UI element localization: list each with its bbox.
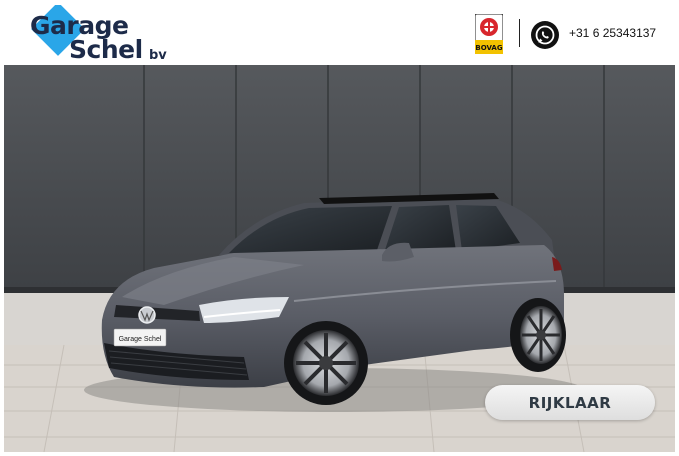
rear-wheel	[510, 298, 566, 372]
listing-card: Garage Schel bv BOVAG +31 6 25343137 Gar…	[4, 5, 675, 452]
header-bar: Garage Schel bv BOVAG +31 6 25343137	[4, 5, 675, 65]
header-divider	[519, 19, 520, 47]
phone-number[interactable]: +31 6 25343137	[569, 26, 656, 40]
whatsapp-icon[interactable]	[531, 21, 559, 49]
logo-suffix: bv	[149, 48, 167, 63]
bovag-label: BOVAG	[475, 44, 502, 52]
logo-text-line2: Schel	[69, 35, 143, 64]
bovag-logo-icon: BOVAG	[475, 14, 503, 54]
rijklaar-badge[interactable]: RIJKLAAR	[485, 385, 655, 420]
garage-schel-logo[interactable]: Garage Schel bv	[24, 5, 184, 65]
license-plate-text: Garage Schel	[119, 336, 162, 343]
front-wheel	[284, 321, 368, 405]
